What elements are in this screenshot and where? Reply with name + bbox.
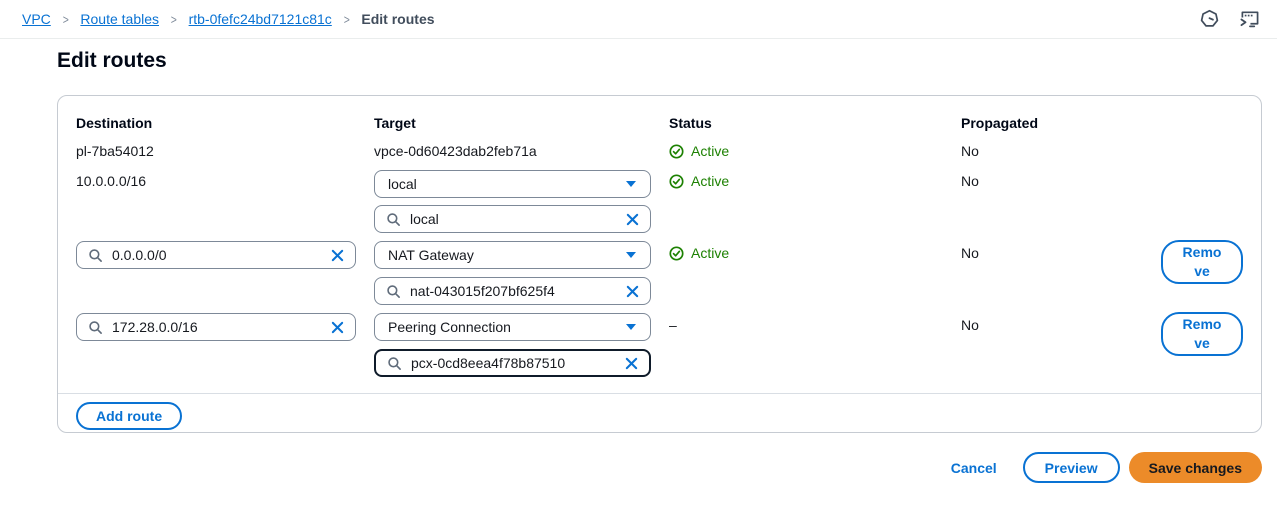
destination-search-box xyxy=(76,313,356,341)
page-title: Edit routes xyxy=(57,49,167,73)
clear-icon[interactable] xyxy=(625,357,638,370)
target-type-select[interactable]: local xyxy=(374,170,651,198)
footer-actions: Cancel Preview Save changes xyxy=(951,452,1262,483)
route-propagated-text: No xyxy=(961,243,979,263)
clear-icon[interactable] xyxy=(331,249,344,262)
route-destination-text: 10.0.0.0/16 xyxy=(76,171,146,191)
destination-search-input[interactable] xyxy=(112,247,322,263)
breadcrumb-link-route-tables[interactable]: Route tables xyxy=(80,11,159,27)
add-route-button[interactable]: Add route xyxy=(76,402,182,430)
column-header-status: Status xyxy=(669,113,712,133)
status-label: Active xyxy=(691,171,729,191)
breadcrumb-separator-icon: > xyxy=(63,12,69,27)
target-type-select[interactable]: Peering Connection xyxy=(374,313,651,341)
route-propagated-text: No xyxy=(961,171,979,191)
target-search-box xyxy=(374,277,651,305)
select-value: Peering Connection xyxy=(388,319,511,335)
column-header-target: Target xyxy=(374,113,416,133)
check-circle-icon xyxy=(669,174,684,189)
destination-search-input[interactable] xyxy=(112,319,322,335)
card-divider xyxy=(58,393,1261,394)
search-icon xyxy=(386,284,401,299)
preview-button[interactable]: Preview xyxy=(1023,452,1120,483)
target-search-input[interactable] xyxy=(410,211,617,227)
check-circle-icon xyxy=(669,246,684,261)
target-search-box xyxy=(374,205,651,233)
breadcrumb-bar: VPC > Route tables > rtb-0fefc24bd7121c8… xyxy=(0,0,1277,39)
search-icon xyxy=(387,356,402,371)
select-value: NAT Gateway xyxy=(388,247,474,263)
topbar-icons xyxy=(1200,9,1260,28)
clear-icon[interactable] xyxy=(626,213,639,226)
save-changes-button[interactable]: Save changes xyxy=(1129,452,1262,483)
target-type-select[interactable]: NAT Gateway xyxy=(374,241,651,269)
route-status: Active xyxy=(669,243,729,263)
search-icon xyxy=(88,320,103,335)
routes-editor-card: Destination Target Status Propagated pl-… xyxy=(57,95,1262,433)
check-circle-icon xyxy=(669,144,684,159)
column-header-propagated: Propagated xyxy=(961,113,1038,133)
route-status: Active xyxy=(669,141,729,161)
route-propagated-text: No xyxy=(961,141,979,161)
search-icon xyxy=(386,212,401,227)
route-propagated-text: No xyxy=(961,315,979,335)
cancel-button[interactable]: Cancel xyxy=(951,460,997,476)
breadcrumb-link-route-table-id[interactable]: rtb-0fefc24bd7121c81c xyxy=(189,11,332,27)
clear-icon[interactable] xyxy=(331,321,344,334)
destination-search-box xyxy=(76,241,356,269)
target-search-input[interactable] xyxy=(410,283,617,299)
route-target-text: vpce-0d60423dab2feb71a xyxy=(374,141,537,161)
select-value: local xyxy=(388,176,417,192)
status-label: Active xyxy=(691,141,729,161)
breadcrumb-separator-icon: > xyxy=(171,12,177,27)
breadcrumb-current-page: Edit routes xyxy=(361,11,434,27)
status-label: Active xyxy=(691,243,729,263)
target-search-input[interactable] xyxy=(411,355,616,371)
target-search-box-focused xyxy=(374,349,651,377)
route-status: Active xyxy=(669,171,729,191)
breadcrumb-link-vpc[interactable]: VPC xyxy=(22,11,51,27)
column-header-destination: Destination xyxy=(76,113,152,133)
route-destination-text: pl-7ba54012 xyxy=(76,141,154,161)
chevron-down-icon xyxy=(625,251,637,259)
edit-routes-page: VPC > Route tables > rtb-0fefc24bd7121c8… xyxy=(0,0,1277,510)
remove-route-button[interactable]: Remove xyxy=(1161,240,1243,284)
search-icon xyxy=(88,248,103,263)
chevron-down-icon xyxy=(625,323,637,331)
clear-icon[interactable] xyxy=(626,285,639,298)
remove-route-button[interactable]: Remove xyxy=(1161,312,1243,356)
route-status-empty: – xyxy=(669,315,677,335)
breadcrumb-separator-icon: > xyxy=(344,12,350,27)
chevron-down-icon xyxy=(625,180,637,188)
breadcrumb: VPC > Route tables > rtb-0fefc24bd7121c8… xyxy=(22,0,435,38)
recent-history-icon[interactable] xyxy=(1200,9,1219,28)
cloudshell-icon[interactable] xyxy=(1239,9,1260,28)
